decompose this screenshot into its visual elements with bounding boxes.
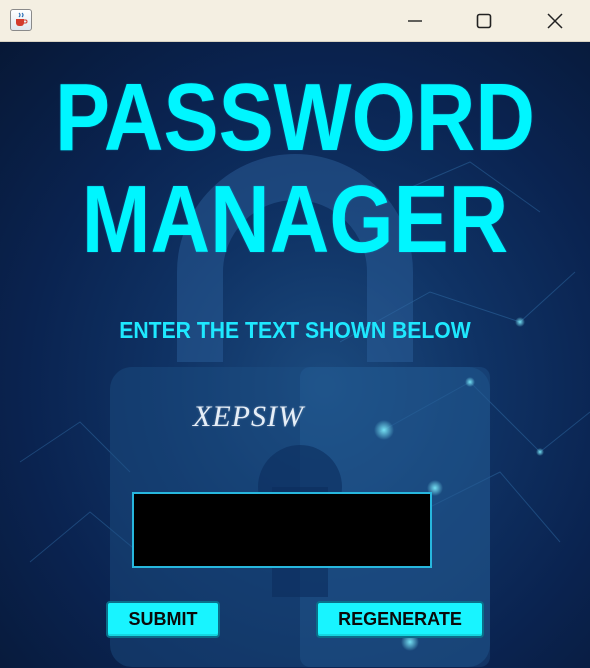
captcha-text: XEPSIW: [193, 400, 304, 433]
captcha-input[interactable]: [132, 492, 432, 568]
submit-button[interactable]: SUBMIT: [106, 601, 220, 638]
minimize-button[interactable]: [381, 0, 449, 42]
app-window: PASSWORD MANAGER ENTER THE TEXT SHOWN BE…: [0, 0, 590, 668]
regenerate-button[interactable]: REGENERATE: [316, 601, 484, 638]
main-panel: PASSWORD MANAGER ENTER THE TEXT SHOWN BE…: [0, 42, 590, 668]
minimize-icon: [408, 20, 422, 22]
page-title-line-2: MANAGER: [81, 166, 509, 273]
page-title-line-1: PASSWORD: [54, 64, 536, 171]
maximize-icon: [476, 13, 492, 29]
maximize-button[interactable]: [450, 0, 518, 42]
java-cup-icon[interactable]: [10, 9, 32, 31]
close-icon: [547, 13, 563, 29]
title-bar[interactable]: [0, 0, 590, 42]
close-button[interactable]: [521, 0, 589, 42]
captcha-instruction: ENTER THE TEXT SHOWN BELOW: [119, 317, 471, 343]
